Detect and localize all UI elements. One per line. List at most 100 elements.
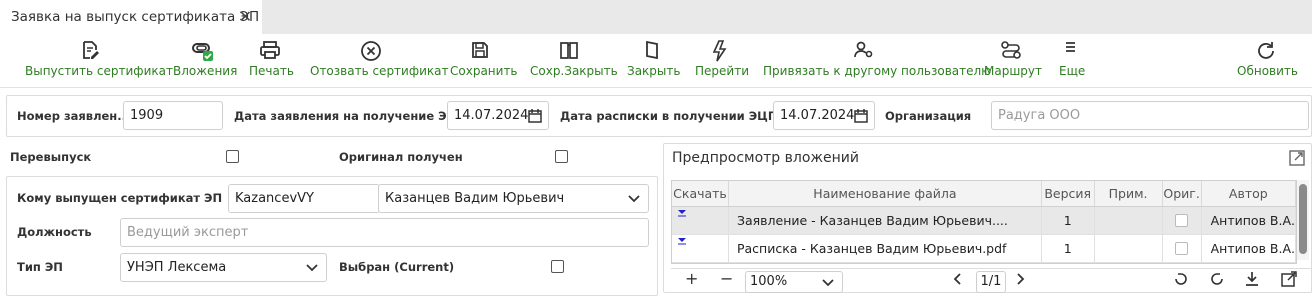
- author-cell: Антипов В.А.: [1201, 206, 1297, 235]
- chevron-down-icon: [628, 195, 640, 203]
- bind-user-label: Привязать к другому пользователю: [763, 64, 992, 78]
- expand-icon[interactable]: [1289, 150, 1305, 166]
- refresh-label: Обновить: [1237, 64, 1298, 78]
- type-select[interactable]: УНЭП Лексема: [120, 253, 327, 282]
- download-icon[interactable]: [678, 237, 686, 245]
- date-request-field[interactable]: 14.07.2024: [447, 101, 549, 130]
- user-select-value: Казанцев Вадим Юрьевич: [385, 191, 565, 206]
- login-field[interactable]: KazancevVY: [228, 184, 380, 213]
- download-file-icon[interactable]: [1244, 271, 1260, 287]
- preview-title: Предпросмотр вложений: [672, 150, 859, 166]
- route-icon: [1001, 41, 1021, 59]
- calendar-icon[interactable]: [853, 108, 869, 124]
- filename-cell[interactable]: Заявление - Казанцев Вадим Юрьевич....: [728, 206, 1042, 235]
- close-button[interactable]: Закрыть: [627, 34, 681, 88]
- position-label: Должность: [17, 225, 92, 239]
- prev-page-icon[interactable]: [953, 273, 963, 285]
- grid-scrollbar[interactable]: [1297, 180, 1309, 260]
- revoke-x-circle-icon: [361, 41, 381, 61]
- add-icon[interactable]: +: [685, 269, 698, 289]
- col-filename[interactable]: Наименование файла: [728, 181, 1042, 207]
- printer-icon: [260, 41, 280, 59]
- close-label: Закрыть: [627, 64, 681, 78]
- chevron-down-icon: [306, 264, 318, 272]
- org-label: Организация: [885, 109, 972, 123]
- rotate-left-icon[interactable]: [1173, 271, 1189, 287]
- original-checkbox[interactable]: [1175, 242, 1189, 255]
- save-label: Сохранить: [450, 64, 518, 78]
- col-download[interactable]: Скачать: [672, 181, 729, 207]
- save-floppy-icon: [472, 42, 488, 58]
- certificate-form: Кому выпущен сертификат ЭП KazancevVY Ка…: [6, 176, 658, 296]
- more-button[interactable]: Еще: [1058, 34, 1086, 88]
- table-row[interactable]: Заявление - Казанцев Вадим Юрьевич.... 1…: [672, 206, 1297, 235]
- number-field[interactable]: 1909: [123, 101, 223, 130]
- original-received-label: Оригинал получен: [339, 150, 463, 164]
- download-cell[interactable]: [672, 206, 729, 235]
- user-select[interactable]: Казанцев Вадим Юрьевич: [378, 184, 649, 213]
- tab-request[interactable]: Заявка на выпуск сертификата ЭП ✕: [0, 0, 262, 34]
- print-label: Печать: [249, 64, 294, 78]
- reissue-label: Перевыпуск: [10, 150, 92, 164]
- zoom-select[interactable]: 100%: [745, 271, 843, 293]
- table-row[interactable]: Расписка - Казанцев Вадим Юрьевич.pdf 1 …: [672, 234, 1297, 263]
- toolbar: Выпустить сертификат Вложения Печать Ото…: [0, 34, 1312, 88]
- tab-title: Заявка на выпуск сертификата ЭП: [11, 9, 260, 25]
- preview-controls: + − 100% 1/1: [671, 268, 1311, 293]
- original-cell[interactable]: [1162, 206, 1202, 235]
- lightning-icon: [712, 40, 727, 62]
- date-receipt-field[interactable]: 14.07.2024: [773, 101, 875, 130]
- download-icon[interactable]: [678, 209, 686, 217]
- save-close-button[interactable]: Сохр.Закрыть: [530, 34, 618, 88]
- rotate-right-icon[interactable]: [1209, 271, 1225, 287]
- remove-icon[interactable]: −: [720, 269, 733, 289]
- col-note[interactable]: Прим.: [1094, 181, 1163, 207]
- zoom-value: 100%: [750, 274, 788, 289]
- header-form: Номер заявлен... 1909 Дата заявления на …: [6, 95, 1312, 137]
- download-cell[interactable]: [672, 234, 729, 263]
- print-button[interactable]: Печать: [249, 34, 294, 88]
- col-author[interactable]: Автор: [1201, 181, 1297, 207]
- current-checkbox[interactable]: [551, 260, 564, 273]
- filename-cell[interactable]: Расписка - Казанцев Вадим Юрьевич.pdf: [728, 234, 1042, 263]
- save-button[interactable]: Сохранить: [450, 34, 518, 88]
- version-cell: 1: [1041, 234, 1095, 263]
- bind-user-button[interactable]: Привязать к другому пользователю: [763, 34, 991, 88]
- note-cell: [1094, 206, 1163, 235]
- position-field[interactable]: Ведущий эксперт: [120, 218, 649, 247]
- type-label: Тип ЭП: [17, 260, 63, 274]
- reissue-checkbox[interactable]: [226, 150, 239, 163]
- save-close-label: Сохр.Закрыть: [530, 64, 618, 78]
- issue-certificate-button[interactable]: Выпустить сертификат: [25, 34, 173, 88]
- close-icon[interactable]: ✕: [239, 7, 252, 27]
- author-cell: Антипов В.А.: [1201, 234, 1297, 263]
- attachments-grid: Скачать Наименование файла Версия Прим. …: [671, 180, 1297, 264]
- page-field[interactable]: 1/1: [976, 271, 1006, 293]
- goto-label: Перейти: [695, 64, 749, 78]
- current-label: Выбран (Current): [339, 260, 455, 274]
- more-icon: [1066, 42, 1075, 52]
- date-request-value: 14.07.2024: [454, 108, 529, 123]
- refresh-button[interactable]: Обновить: [1237, 34, 1298, 88]
- calendar-icon[interactable]: [527, 108, 543, 124]
- col-version[interactable]: Версия: [1041, 181, 1095, 207]
- attachments-label: Вложения: [173, 64, 238, 78]
- original-cell[interactable]: [1162, 234, 1202, 263]
- more-label: Еще: [1059, 64, 1086, 78]
- org-field[interactable]: Радуга ООО: [991, 101, 1309, 130]
- route-label: Маршрут: [984, 64, 1043, 78]
- col-original[interactable]: Ориг.: [1162, 181, 1202, 207]
- next-page-icon[interactable]: [1015, 273, 1025, 285]
- revoke-certificate-button[interactable]: Отозвать сертификат: [310, 34, 449, 88]
- attachments-button[interactable]: Вложения: [173, 34, 237, 88]
- route-button[interactable]: Маршрут: [984, 34, 1042, 88]
- scrollbar-thumb[interactable]: [1299, 184, 1307, 254]
- goto-button[interactable]: Перейти: [695, 34, 749, 88]
- open-external-icon[interactable]: [1281, 271, 1297, 287]
- original-checkbox[interactable]: [1175, 214, 1189, 227]
- user-settings-icon: [854, 41, 873, 58]
- date-receipt-label: Дата расписки в получении ЭЦП: [560, 109, 778, 123]
- original-received-checkbox[interactable]: [555, 150, 568, 163]
- date-request-label: Дата заявления на получение ЭЦП: [234, 109, 467, 123]
- issue-document-icon: [83, 41, 99, 59]
